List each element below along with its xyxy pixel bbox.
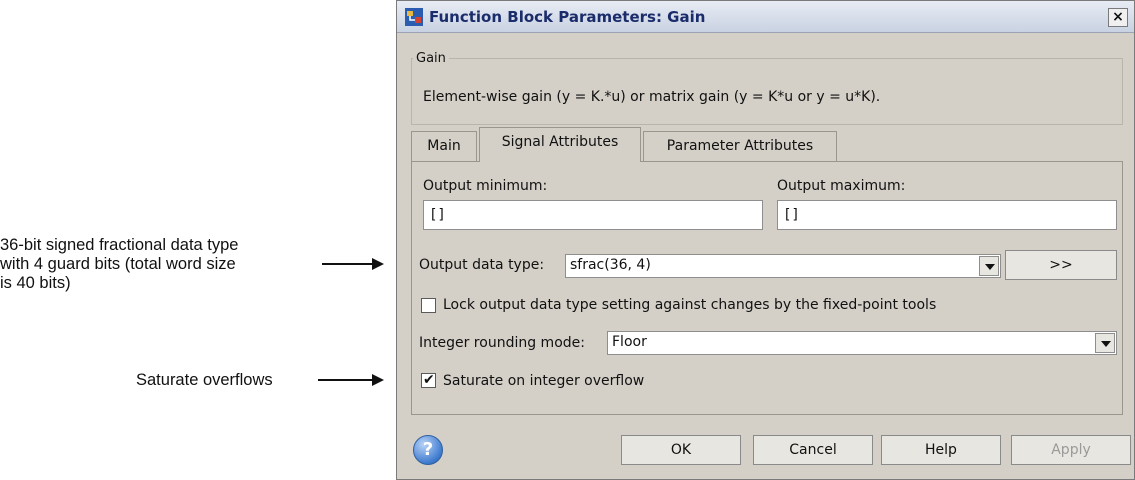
lock-data-type-checkbox[interactable] bbox=[421, 298, 436, 313]
cancel-button[interactable]: Cancel bbox=[753, 435, 873, 465]
help-button[interactable]: Help bbox=[881, 435, 1001, 465]
tab-label: Signal Attributes bbox=[501, 134, 619, 150]
saturate-annotation: Saturate overflows bbox=[136, 371, 273, 390]
saturate-label: Saturate on integer overflow bbox=[443, 373, 645, 389]
saturate-checkbox[interactable]: ✔ bbox=[421, 372, 436, 388]
output-data-type-select[interactable]: sfrac(36, 4) bbox=[565, 254, 1001, 278]
tab-label: Parameter Attributes bbox=[666, 138, 814, 154]
selected-value: sfrac(36, 4) bbox=[570, 257, 651, 273]
integer-rounding-label: Integer rounding mode: bbox=[419, 335, 585, 351]
output-minimum-input[interactable]: [] bbox=[423, 200, 763, 230]
simulink-block-icon bbox=[405, 8, 423, 26]
saturate-arrow bbox=[318, 374, 384, 386]
tab-label: Main bbox=[427, 138, 461, 154]
integer-rounding-select[interactable]: Floor bbox=[607, 331, 1117, 355]
output-maximum-label: Output maximum: bbox=[777, 178, 906, 194]
data-type-assistant-button[interactable]: >> bbox=[1005, 250, 1117, 280]
annotation-line: 36-bit signed fractional data type bbox=[0, 236, 239, 254]
annotation-line: with 4 guard bits (total word size bbox=[0, 255, 236, 273]
tab-parameter-attributes[interactable]: Parameter Attributes bbox=[643, 131, 837, 161]
chevron-down-icon[interactable] bbox=[1095, 333, 1115, 353]
annotation-line: is 40 bits) bbox=[0, 274, 71, 292]
tab-signal-attributes[interactable]: Signal Attributes bbox=[479, 127, 641, 162]
annotation-line: Saturate overflows bbox=[136, 371, 273, 389]
output-minimum-label: Output minimum: bbox=[423, 178, 548, 194]
check-icon: ✔ bbox=[423, 372, 435, 388]
data-type-annotation: 36-bit signed fractional data type with … bbox=[0, 236, 239, 293]
window-title: Function Block Parameters: Gain bbox=[429, 8, 706, 26]
close-button[interactable]: × bbox=[1108, 8, 1128, 27]
output-maximum-input[interactable]: [] bbox=[777, 200, 1117, 230]
ok-button[interactable]: OK bbox=[621, 435, 741, 465]
data-type-arrow bbox=[322, 258, 384, 270]
selected-value: Floor bbox=[612, 334, 647, 350]
function-block-parameters-dialog: Function Block Parameters: Gain × Gain E… bbox=[396, 0, 1135, 480]
apply-button[interactable]: Apply bbox=[1011, 435, 1131, 465]
group-title: Gain bbox=[413, 51, 449, 66]
help-icon[interactable]: ? bbox=[413, 435, 443, 465]
chevron-down-icon[interactable] bbox=[979, 256, 999, 276]
block-description: Element-wise gain (y = K.*u) or matrix g… bbox=[423, 89, 881, 105]
title-bar[interactable]: Function Block Parameters: Gain × bbox=[397, 1, 1134, 33]
output-data-type-label: Output data type: bbox=[419, 257, 545, 273]
lock-data-type-label: Lock output data type setting against ch… bbox=[443, 297, 937, 313]
tab-main[interactable]: Main bbox=[411, 131, 477, 161]
